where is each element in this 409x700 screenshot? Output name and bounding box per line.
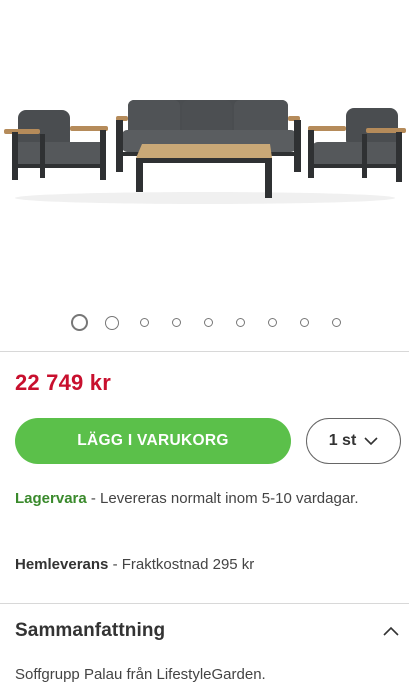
chevron-up-icon[interactable]	[383, 626, 399, 636]
delivery-label: Hemleverans	[15, 556, 109, 573]
add-to-cart-button[interactable]: LÄGG I VARUKORG	[15, 418, 291, 464]
carousel-dot[interactable]	[236, 318, 245, 327]
product-image-carousel[interactable]	[0, 0, 409, 300]
product-image	[4, 100, 406, 204]
quantity-select[interactable]: 1 st	[306, 418, 401, 464]
stock-status: Lagervara - Levereras normalt inom 5-10 …	[15, 486, 395, 512]
delivery-info: Hemleverans - Fraktkostnad 295 kr	[15, 552, 254, 578]
delivery-text: - Fraktkostnad 295 kr	[108, 556, 255, 573]
carousel-dot[interactable]	[172, 318, 181, 327]
quantity-value: 1 st	[328, 432, 357, 449]
carousel-dot[interactable]	[140, 318, 149, 327]
chevron-down-icon	[364, 436, 378, 445]
carousel-dot[interactable]	[332, 318, 341, 327]
stock-label: Lagervara	[15, 490, 87, 507]
divider	[0, 603, 409, 604]
stock-text: - Levereras normalt inom 5-10 vardagar.	[86, 490, 359, 507]
summary-text: Soffgrupp Palau från LifestyleGarden.	[15, 666, 266, 683]
divider	[0, 351, 409, 352]
carousel-dot[interactable]	[71, 314, 88, 331]
carousel-dots	[0, 314, 409, 334]
product-price: 22 749 kr	[15, 370, 111, 395]
carousel-dot[interactable]	[105, 316, 119, 330]
carousel-dot[interactable]	[204, 318, 213, 327]
carousel-dot[interactable]	[268, 318, 277, 327]
summary-heading[interactable]: Sammanfattning	[15, 620, 165, 642]
carousel-dot[interactable]	[300, 318, 309, 327]
